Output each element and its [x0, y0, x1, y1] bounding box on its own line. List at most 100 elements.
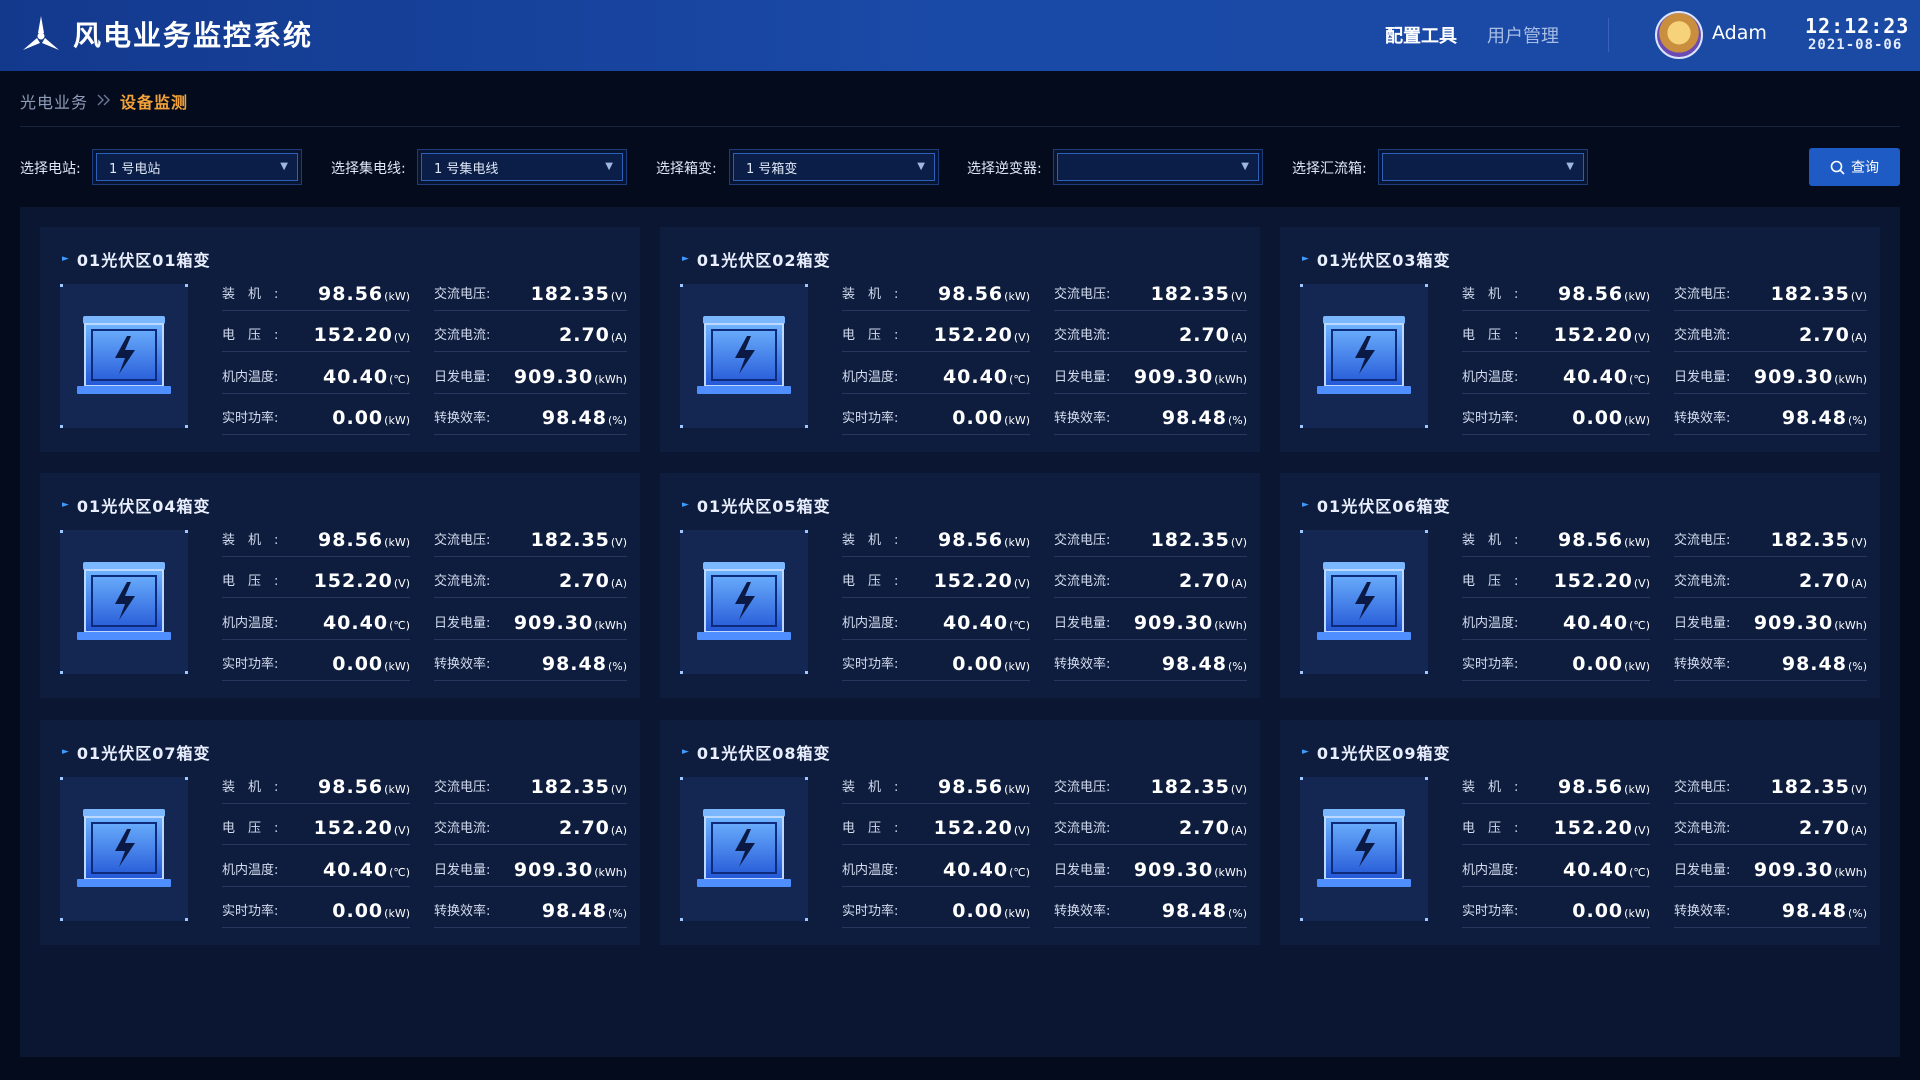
metric-cell: 装 机 : 98.56 (kW) — [842, 766, 1030, 804]
metric-cell: 实时功率: 0.00 (kW) — [842, 890, 1030, 928]
metric-number: 909.30 — [1753, 366, 1834, 388]
metric-number: 182.35 — [1770, 529, 1850, 551]
metric-cell: 日发电量: 909.30 (kWh) — [434, 849, 627, 887]
metric-cell: 交流电流: 2.70 (A) — [1674, 314, 1867, 352]
metric-label: 日发电量: — [1674, 616, 1731, 631]
metric-value: 909.30 (kWh) — [514, 366, 627, 388]
metric-label: 交流电流: — [434, 574, 491, 589]
box-transformer-lightning-icon — [60, 530, 188, 674]
breadcrumb-parent[interactable]: 光电业务 — [20, 89, 88, 113]
metric-unit: (kWh) — [1214, 373, 1247, 386]
metric-number: 98.48 — [541, 407, 607, 429]
metric-row: 电 压 : 152.20 (V) 交流电流: 2.70 (A) — [842, 807, 1247, 845]
metric-row: 装 机 : 98.56 (kW) 交流电压: 182.35 (V) — [222, 519, 627, 557]
box-transformer-select[interactable]: 1 号箱变 ▼ — [729, 149, 939, 185]
device-card[interactable]: ► 01光伏区05箱变装 机 :98.56 (kW) 交流电压: 182.35 (V) 电 … — [660, 473, 1260, 698]
metric-value: 152.20 (V) — [1554, 817, 1650, 839]
metric-label: 交流电流: — [1054, 328, 1111, 343]
metric-unit: (%) — [1227, 907, 1247, 920]
metric-value: 909.30 (kWh) — [1134, 859, 1247, 881]
card-title: ► 01光伏区06箱变 — [1302, 493, 1450, 517]
station-select[interactable]: 1 号电站 ▼ — [92, 149, 302, 185]
triangle-right-icon: ► — [62, 500, 69, 510]
metric-unit: (%) — [607, 414, 627, 427]
combiner-box-select[interactable]: ▼ — [1378, 149, 1588, 185]
metric-row: 装 机 : 98.56 (kW) 交流电压: 182.35 (V) — [842, 273, 1247, 311]
metric-value: 152.20 (V) — [1554, 324, 1650, 346]
metric-value: 152.20 (V) — [314, 570, 410, 592]
metric-unit: (℃) — [1009, 619, 1030, 632]
metric-row: 机内温度: 40.40 (℃) 日发电量: 909.30 (kWh) — [842, 849, 1247, 887]
metric-cell: 实时功率: 0.00 (kW) — [842, 397, 1030, 435]
metric-row: 实时功率: 0.00 (kW) 转换效率: 98.48 (%) — [222, 397, 627, 435]
metric-unit: (kW) — [384, 907, 410, 920]
metric-label: 日发电量: — [1674, 370, 1731, 385]
metric-row: 电 压 : 152.20 (V) 交流电流: 2.70 (A) — [842, 560, 1247, 598]
metric-cell: 日发电量: 909.30 (kWh) — [1674, 602, 1867, 640]
metric-unit: (℃) — [1629, 619, 1650, 632]
metric-unit: (A) — [1230, 577, 1247, 590]
metric-label: 机内温度: — [222, 863, 279, 878]
device-card[interactable]: ► 01光伏区01箱变装 机 :98.56 (kW) 交流电压: 182.35 (V) 电 … — [40, 227, 640, 452]
metric-number: 98.48 — [1781, 407, 1847, 429]
metric-value: 152.20 (V) — [934, 570, 1030, 592]
metric-value: 98.56 (kW) — [1558, 529, 1650, 551]
collector-line-select[interactable]: 1 号集电线 ▼ — [417, 149, 627, 185]
metric-row: 电 压 : 152.20 (V) 交流电流: 2.70 (A) — [842, 314, 1247, 352]
query-button-label: 查询 — [1851, 160, 1879, 176]
device-card[interactable]: ► 01光伏区08箱变装 机 :98.56 (kW) 交流电压: 182.35 (V) 电 … — [660, 720, 1260, 945]
metric-unit: (%) — [1227, 414, 1247, 427]
metric-number: 98.56 — [938, 776, 1004, 798]
metric-label: 机内温度: — [842, 616, 899, 631]
metric-cell: 交流电流: 2.70 (A) — [434, 807, 627, 845]
metric-unit: (kW) — [1624, 783, 1650, 796]
metric-cell: 转换效率: 98.48 (%) — [1054, 397, 1247, 435]
metric-number: 98.56 — [318, 283, 384, 305]
metric-label: 电 压 : — [1462, 328, 1519, 343]
metric-cell: 机内温度: 40.40 (℃) — [222, 849, 410, 887]
avatar[interactable] — [1655, 11, 1703, 59]
device-card[interactable]: ► 01光伏区07箱变装 机 :98.56 (kW) 交流电压: 182.35 (V) 电 … — [40, 720, 640, 945]
metric-row: 装 机 : 98.56 (kW) 交流电压: 182.35 (V) — [1462, 766, 1867, 804]
metric-unit: (V) — [1013, 824, 1030, 837]
metric-label: 机内温度: — [222, 370, 279, 385]
metric-value: 909.30 (kWh) — [514, 612, 627, 634]
metric-value: 40.40 (℃) — [1563, 859, 1650, 881]
metric-cell: 装 机 : 98.56 (kW) — [222, 766, 410, 804]
metric-cell: 电 压 : 152.20 (V) — [1462, 560, 1650, 598]
metric-number: 0.00 — [1572, 653, 1624, 675]
metric-unit: (V) — [1013, 331, 1030, 344]
metric-label: 机内温度: — [842, 370, 899, 385]
device-card[interactable]: ► 01光伏区02箱变装 机 :98.56 (kW) 交流电压: 182.35 (V) 电 … — [660, 227, 1260, 452]
metric-label: 实时功率: — [842, 904, 899, 919]
metric-number: 98.56 — [1558, 529, 1624, 551]
query-button[interactable]: 查询 — [1809, 148, 1900, 186]
metric-value: 40.40 (℃) — [943, 612, 1030, 634]
nav-user-management[interactable]: 用户管理 — [1487, 22, 1559, 48]
metric-number: 98.48 — [1161, 900, 1227, 922]
device-card[interactable]: ► 01光伏区06箱变装 机 :98.56 (kW) 交流电压: 182.35 (V) 电 … — [1280, 473, 1880, 698]
box-transformer-lightning-icon — [60, 284, 188, 428]
metric-unit: (kWh) — [594, 373, 627, 386]
metric-cell: 日发电量: 909.30 (kWh) — [434, 602, 627, 640]
metric-number: 2.70 — [1179, 324, 1230, 346]
metric-cell: 交流电流: 2.70 (A) — [1674, 807, 1867, 845]
username[interactable]: Adam — [1712, 22, 1767, 44]
metric-value: 98.56 (kW) — [318, 529, 410, 551]
metric-cell: 交流电压: 182.35 (V) — [1674, 766, 1867, 804]
metric-unit: (kW) — [384, 660, 410, 673]
device-card[interactable]: ► 01光伏区03箱变装 机 :98.56 (kW) 交流电压: 182.35 (V) 电 … — [1280, 227, 1880, 452]
device-card[interactable]: ► 01光伏区09箱变装 机 :98.56 (kW) 交流电压: 182.35 (V) 电 … — [1280, 720, 1880, 945]
breadcrumb: 光电业务 设备监测 — [20, 89, 188, 113]
metric-value: 0.00 (kW) — [952, 407, 1030, 429]
nav-config-tools[interactable]: 配置工具 — [1385, 22, 1457, 48]
device-card[interactable]: ► 01光伏区04箱变装 机 :98.56 (kW) 交流电压: 182.35 (V) 电 … — [40, 473, 640, 698]
metric-cell: 机内温度: 40.40 (℃) — [1462, 356, 1650, 394]
inverter-select[interactable]: ▼ — [1053, 149, 1263, 185]
metric-number: 98.56 — [1558, 283, 1624, 305]
metric-label: 装 机 : — [1462, 780, 1519, 795]
metric-cell: 电 压 : 152.20 (V) — [842, 807, 1030, 845]
metric-row: 实时功率: 0.00 (kW) 转换效率: 98.48 (%) — [222, 643, 627, 681]
filter-label-inverter: 选择逆变器: — [967, 161, 1042, 177]
metric-cell: 实时功率: 0.00 (kW) — [1462, 643, 1650, 681]
